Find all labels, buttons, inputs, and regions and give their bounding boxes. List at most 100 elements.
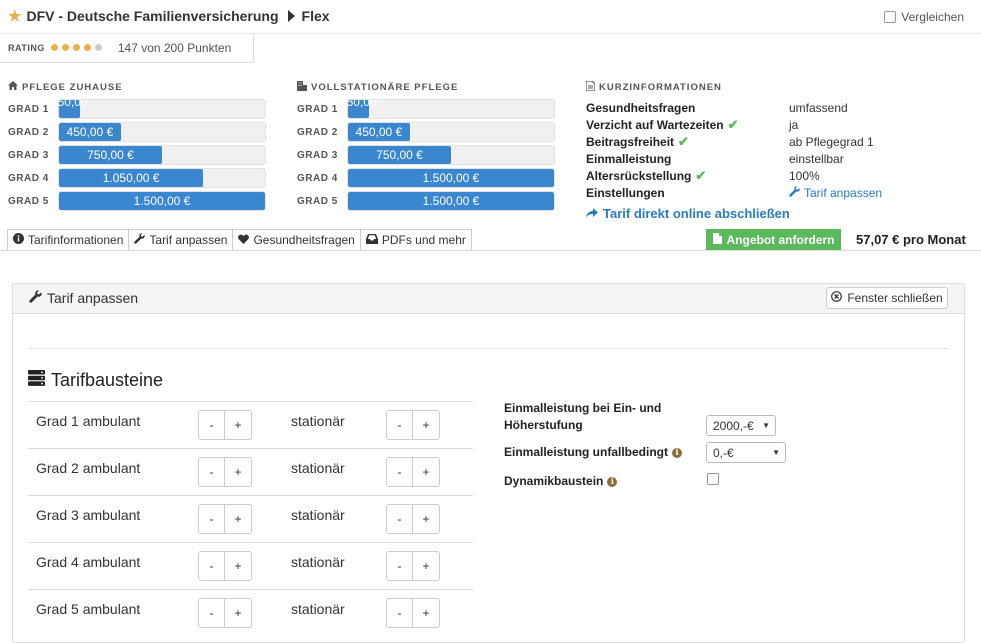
grade-label: GRAD 4 — [297, 172, 338, 184]
stationaer-plus-button[interactable]: + — [413, 457, 440, 487]
stationaer-plus-button[interactable]: + — [413, 504, 440, 534]
ambulant-minus-button[interactable]: - — [198, 598, 225, 628]
kurzinfo-value: 100% — [789, 167, 820, 184]
document-icon — [585, 80, 596, 94]
wrench-icon — [789, 185, 800, 200]
tab-gesundheitsfragen[interactable]: Gesundheitsfragen — [232, 229, 360, 251]
stationaer-minus-button[interactable]: - — [386, 410, 413, 440]
stationaer-plus-button[interactable]: + — [413, 551, 440, 581]
section-kurzinfo-title: KURZINFORMATIONEN — [585, 80, 722, 94]
ambulant-label: Grad 3 ambulant — [36, 507, 141, 523]
angebot-anfordern-button[interactable]: Angebot anfordern — [706, 229, 841, 250]
tarifbausteine-heading: Tarifbausteine — [28, 370, 163, 391]
monthly-price: 57,07 € pro Monat — [856, 232, 966, 247]
tab-label: Tarifinformationen — [28, 233, 124, 247]
grade-label: GRAD 3 — [297, 149, 338, 161]
ambulant-plus-button[interactable]: + — [225, 551, 252, 581]
info-icon[interactable]: i — [607, 476, 618, 487]
grade-bar-track: 750,00 € — [58, 145, 266, 165]
kurzinfo-key-label: Einstellungen — [586, 185, 665, 200]
option-label-line1: Einmalleistung bei Ein- und — [504, 401, 662, 415]
einmalleistung-hoeherstufung-label: Einmalleistung bei Ein- und Höherstufung — [504, 400, 661, 434]
ambulant-minus-button[interactable]: - — [198, 410, 225, 440]
grade-bar-fill: 1.500,00 € — [59, 192, 265, 210]
ambulant-plus-button[interactable]: + — [225, 410, 252, 440]
section-vollstationaer-title: VOLLSTATIONÄRE PFLEGE — [297, 81, 458, 94]
ambulant-stepper: - + — [198, 598, 252, 628]
kurzinfo-value: einstellbar — [789, 150, 844, 167]
kurzinfo-key: Einmalleistung — [586, 150, 789, 167]
ambulant-stepper: - + — [198, 504, 252, 534]
star-icon[interactable]: ★ — [8, 7, 21, 25]
select-value: 0,-€ — [713, 445, 734, 460]
grade-bar-track: 1.500,00 € — [58, 191, 266, 211]
kurzinfo-row: Verzicht auf Wartezeiten ✔ ja — [586, 116, 966, 133]
ambulant-minus-button[interactable]: - — [198, 457, 225, 487]
einmalleistung-unfall-select[interactable]: 0,-€ ▼ — [706, 442, 786, 463]
online-link-label: Tarif direkt online abschließen — [603, 206, 790, 221]
info-icon[interactable]: i — [672, 447, 683, 458]
fenster-schliessen-button[interactable]: Fenster schließen — [826, 287, 948, 309]
ambulant-minus-button[interactable]: - — [198, 551, 225, 581]
caret-right-icon — [287, 10, 295, 22]
ambulant-label: Grad 5 ambulant — [36, 601, 141, 617]
ambulant-plus-button[interactable]: + — [225, 598, 252, 628]
einmalleistung-hoeherstufung-select[interactable]: 2000,-€ ▼ — [706, 415, 776, 436]
stationaer-stepper: - + — [386, 504, 440, 534]
caret-down-icon: ▼ — [762, 421, 770, 430]
dynamikbaustein-checkbox[interactable] — [707, 473, 719, 485]
stationaer-minus-button[interactable]: - — [386, 504, 413, 534]
stationaer-label: stationär — [291, 460, 345, 476]
section-label: VOLLSTATIONÄRE PFLEGE — [311, 82, 459, 93]
ambulant-stepper: - + — [198, 551, 252, 581]
ambulant-plus-button[interactable]: + — [225, 504, 252, 534]
tab-pdfs-und-mehr[interactable]: PDFs und mehr — [359, 229, 472, 251]
option-label: Einmalleistung unfallbedingt — [504, 445, 669, 459]
compare-checkbox[interactable] — [884, 11, 897, 23]
wrench-icon — [29, 290, 42, 306]
kurzinfo-value[interactable]: Tarif anpassen — [789, 184, 882, 201]
kurzinfo-row: Einstellungen Tarif anpassen — [586, 184, 966, 201]
kurzinfo-key: Beitragsfreiheit ✔ — [586, 133, 789, 150]
tab-label: Gesundheitsfragen — [253, 233, 355, 247]
home-icon — [8, 81, 18, 93]
stationaer-minus-button[interactable]: - — [386, 551, 413, 581]
tarifbaustein-row: Grad 2 ambulant stationär - + - + — [28, 448, 473, 495]
stationaer-minus-button[interactable]: - — [386, 598, 413, 628]
close-button-label: Fenster schließen — [847, 291, 943, 305]
option-label-line2: Höherstufung — [504, 418, 583, 432]
server-stack-icon — [28, 370, 45, 391]
stationaer-minus-button[interactable]: - — [386, 457, 413, 487]
tabs-divider — [0, 250, 981, 251]
stationaer-stepper: - + — [386, 598, 440, 628]
kurzinfo-value-label: umfassend — [789, 100, 848, 115]
grade-bar-track: 1.050,00 € — [58, 168, 266, 188]
grade-bar-track: 450,00 € — [347, 122, 555, 142]
caret-down-icon: ▼ — [772, 448, 780, 457]
stationaer-plus-button[interactable]: + — [413, 410, 440, 440]
share-arrow-icon — [586, 206, 598, 221]
kurzinfo-value-label: ja — [789, 117, 799, 132]
tab-tarifinformationen[interactable]: Tarifinformationen — [7, 229, 129, 251]
rating-dot — [94, 44, 102, 51]
online-abschliessen-link[interactable]: Tarif direkt online abschließen — [586, 206, 790, 221]
compare-toggle[interactable]: Vergleichen — [884, 10, 964, 24]
grade-label: GRAD 2 — [8, 126, 49, 138]
wrench-icon — [134, 233, 146, 247]
ambulant-minus-button[interactable]: - — [198, 504, 225, 534]
tab-tarif-anpassen[interactable]: Tarif anpassen — [128, 229, 233, 251]
kurzinfo-row: Gesundheitsfragen umfassend — [586, 99, 966, 116]
ambulant-plus-button[interactable]: + — [225, 457, 252, 487]
check-icon: ✔ — [678, 133, 689, 149]
tarifbaustein-row: Grad 3 ambulant stationär - + - + — [28, 495, 473, 542]
rating-label: RATING — [8, 42, 45, 53]
kurzinfo-row: Altersrückstellung ✔ 100% — [586, 167, 966, 184]
grade-bar-track: 750,00 € — [347, 145, 555, 165]
kurzinfo-value-label: 100% — [789, 168, 820, 183]
stationaer-plus-button[interactable]: + — [413, 598, 440, 628]
tariff-name: Flex — [301, 8, 330, 24]
grade-row: GRAD 5 1.500,00 € — [297, 191, 555, 211]
rating-dot — [50, 44, 58, 51]
tariff-header: ★ DFV - Deutsche Familienversicherung Fl… — [8, 7, 330, 25]
kurzinfo-row: Einmalleistung einstellbar — [586, 150, 966, 167]
